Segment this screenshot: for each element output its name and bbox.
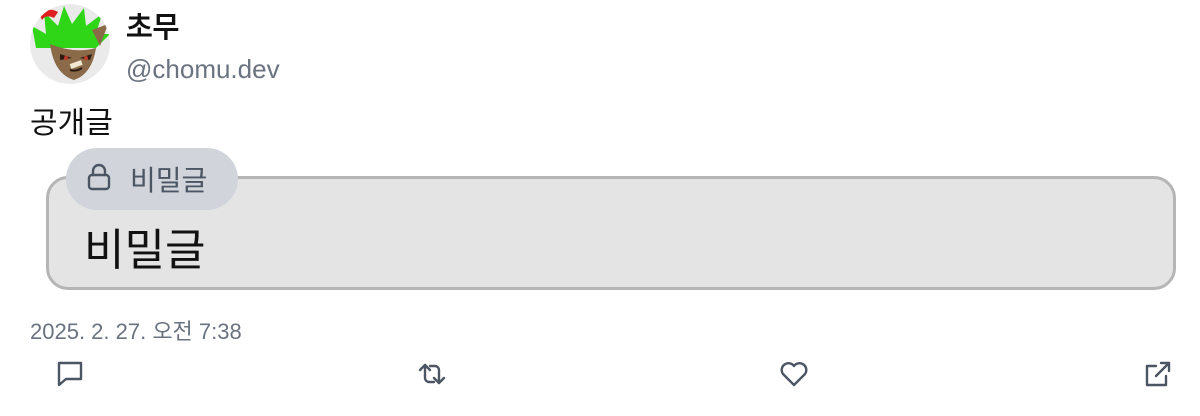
avatar-image	[30, 4, 110, 84]
heart-icon	[778, 358, 810, 395]
share-button[interactable]	[1140, 358, 1176, 394]
secret-content-text: 비밀글	[84, 226, 206, 275]
repost-button[interactable]	[414, 358, 450, 394]
post-timestamp[interactable]: 2025. 2. 27. 오전 7:38	[30, 314, 242, 346]
display-name[interactable]: 초무	[126, 4, 179, 46]
external-link-icon	[1142, 358, 1174, 395]
secret-badge-label: 비밀글	[130, 165, 208, 196]
avatar[interactable]	[30, 4, 110, 84]
repost-icon	[416, 358, 448, 395]
reply-button[interactable]	[52, 358, 88, 394]
post-text: 공개글	[30, 107, 113, 140]
secret-badge: 비밀글	[66, 148, 238, 210]
comment-icon	[54, 358, 86, 395]
user-handle[interactable]: @chomu.dev	[126, 54, 280, 85]
like-button[interactable]	[776, 358, 812, 394]
lock-icon	[84, 162, 114, 197]
